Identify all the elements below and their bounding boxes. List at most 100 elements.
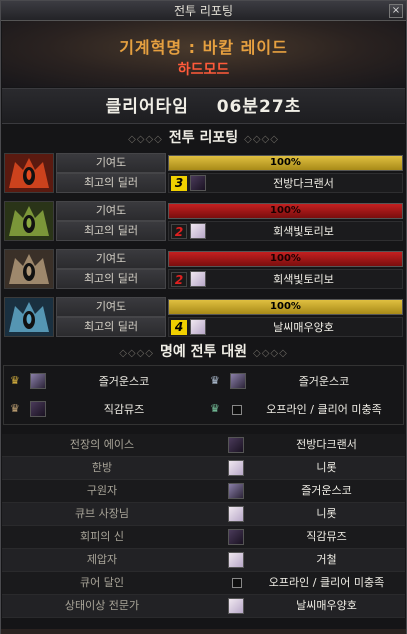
heading-deco-right: ◇◇◇◇ [244, 134, 279, 145]
top-dealer-label: 최고의 딜러 [56, 317, 166, 337]
avatar [228, 437, 244, 453]
contribution-label: 기여도 [56, 297, 166, 317]
contribution-value: 100% [270, 205, 301, 216]
award-label: 상태이상 전문가 [64, 599, 140, 612]
award-row[interactable]: 상태이상 전문가 날씨매우양호 [2, 595, 405, 618]
top-dealer-cell[interactable]: 4 날씨매우양호 [168, 317, 403, 337]
award-row[interactable]: 큐어 달인 오프라인 / 클리어 미충족 [2, 572, 405, 595]
contribution-row: 기여도 100% [56, 201, 405, 221]
award-winner: 직감뮤즈 [306, 530, 347, 543]
award-winner: 오프라인 / 클리어 미충족 [268, 576, 385, 589]
top-dealer-cell[interactable]: 3 전방다크랜서 [168, 173, 403, 193]
award-row[interactable]: 전장의 에이스 전방다크랜서 [2, 434, 405, 457]
award-winner: 니롯 [316, 461, 337, 474]
award-label: 큐어 달인 [80, 576, 124, 589]
top-dealer-name: 회색빛토리보 [273, 225, 334, 238]
heading-deco-left: ◇◇◇◇ [128, 134, 163, 145]
contribution-row: 기여도 100% [56, 249, 405, 269]
award-winner: 거철 [316, 553, 337, 566]
avatar [190, 319, 206, 335]
clear-time-label: 클리어타임 [105, 97, 189, 117]
honor-member-name: 직감뮤즈 [103, 403, 145, 416]
award-row[interactable]: 한방 니롯 [2, 457, 405, 480]
award-label: 제압자 [86, 553, 118, 566]
rank-badge: 4 [171, 320, 187, 335]
avatar [30, 373, 46, 389]
contribution-label: 기여도 [56, 249, 166, 269]
clear-time-value: 06분27초 [216, 97, 302, 117]
award-winner: 날씨매우양호 [296, 599, 357, 612]
award-winner: 즐거운스코 [301, 484, 352, 497]
contribution-row: 기여도 100% [56, 297, 405, 317]
rank-badge: 2 [171, 272, 187, 287]
award-label: 구원자 [86, 484, 118, 497]
avatar [190, 223, 206, 239]
avatar [228, 506, 244, 522]
honor-member[interactable]: ♛ 즐거운스코 [204, 368, 403, 396]
top-dealer-name: 날씨매우양호 [273, 321, 334, 334]
avatar [228, 483, 244, 499]
raid-title: 기계혁명 : 바칼 레이드 [119, 38, 288, 57]
contribution-value: 100% [270, 157, 301, 168]
rank-badge: 3 [171, 176, 187, 191]
party-block: 기여도 100% 최고의 딜러 2 회색빛토리보 [2, 247, 405, 291]
heading-deco-left: ◇◇◇◇ [119, 348, 154, 359]
award-label: 회피의 신 [80, 530, 124, 543]
offline-checkbox-icon [232, 578, 242, 588]
contribution-bar: 100% [168, 203, 403, 219]
rank-badge: 2 [171, 224, 187, 239]
window-titlebar[interactable]: 전투 리포팅 × [1, 1, 406, 21]
honor-member-name: 즐거운스코 [298, 375, 350, 388]
red-demon-party-icon [4, 153, 54, 193]
offline-checkbox-icon [232, 405, 242, 415]
avatar [30, 401, 46, 417]
close-button[interactable]: × [389, 4, 403, 18]
contribution-value: 100% [270, 301, 301, 312]
honor-member[interactable]: ♛ 즐거운스코 [4, 368, 203, 396]
contribution-bar: 100% [168, 299, 403, 315]
gold-crown-icon: ♛ [10, 374, 20, 387]
top-dealer-label: 최고의 딜러 [56, 221, 166, 241]
top-dealer-row: 최고의 딜러 2 회색빛토리보 [56, 221, 405, 241]
raid-banner: 기계혁명 : 바칼 레이드 하드모드 [2, 21, 405, 87]
party-block: 기여도 100% 최고의 딜러 2 회색빛토리보 [2, 199, 405, 243]
honor-member[interactable]: ♛ 직감뮤즈 [4, 396, 203, 424]
contribution-bar: 100% [168, 251, 403, 267]
avatar [190, 271, 206, 287]
award-row[interactable]: 큐브 사장님 니롯 [2, 503, 405, 526]
award-row[interactable]: 구원자 즐거운스코 [2, 480, 405, 503]
honor-member[interactable]: ♛ 오프라인 / 클리어 미충족 [204, 396, 403, 424]
avatar [190, 175, 206, 191]
contribution-value: 100% [270, 253, 301, 264]
honor-member-name: 즐거운스코 [98, 375, 150, 388]
party-block: 기여도 100% 최고의 딜러 4 날씨매우양호 [2, 295, 405, 339]
battle-report-heading-text: 전투 리포팅 [168, 130, 239, 146]
bottom-border [1, 629, 406, 634]
battle-report-heading: ◇◇◇◇ 전투 리포팅 ◇◇◇◇ [2, 127, 405, 149]
avatar [228, 598, 244, 614]
top-dealer-cell[interactable]: 2 회색빛토리보 [168, 221, 403, 241]
bronze-crown-icon: ♛ [10, 402, 20, 415]
avatar [228, 552, 244, 568]
silver-crown-icon: ♛ [210, 374, 220, 387]
difficulty-label: 하드모드 [177, 62, 230, 78]
battle-report-window: 전투 리포팅 × 기계혁명 : 바칼 레이드 하드모드 클리어타임 06분27초… [0, 0, 407, 634]
honor-heading: ◇◇◇◇ 명예 전투 대원 ◇◇◇◇ [2, 341, 405, 363]
top-dealer-cell[interactable]: 2 회색빛토리보 [168, 269, 403, 289]
contribution-label: 기여도 [56, 153, 166, 173]
window-title: 전투 리포팅 [173, 4, 233, 18]
avatar [230, 373, 246, 389]
gray-demon-party-icon [4, 249, 54, 289]
contribution-row: 기여도 100% [56, 153, 405, 173]
green-demon-party-icon [4, 201, 54, 241]
award-label: 전장의 에이스 [69, 438, 135, 451]
award-row[interactable]: 회피의 신 직감뮤즈 [2, 526, 405, 549]
award-winner: 니롯 [316, 507, 337, 520]
award-label: 큐브 사장님 [74, 507, 130, 520]
top-dealer-row: 최고의 딜러 3 전방다크랜서 [56, 173, 405, 193]
award-row[interactable]: 제압자 거철 [2, 549, 405, 572]
contribution-bar: 100% [168, 155, 403, 171]
awards-list: 전장의 에이스 전방다크랜서 한방 니롯 구원자 즐거운스코 큐브 사장님 니롯… [2, 434, 405, 618]
honor-member-name: 오프라인 / 클리어 미충족 [266, 403, 382, 416]
teal-crown-icon: ♛ [210, 402, 220, 415]
